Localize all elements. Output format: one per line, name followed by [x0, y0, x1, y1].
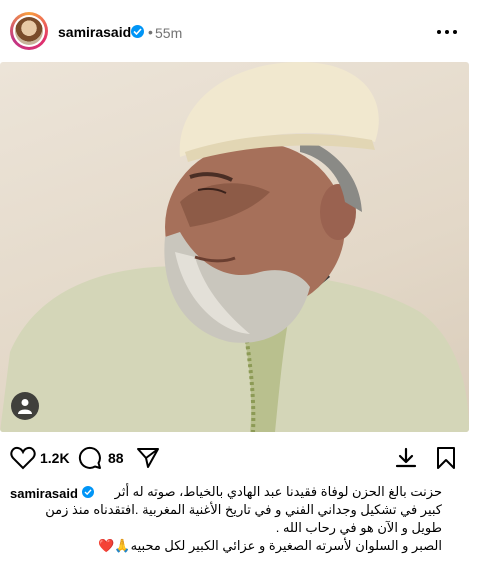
post-timestamp[interactable]: 55m: [155, 25, 182, 41]
post-header: samirasaid • 55m: [0, 0, 485, 62]
caption-line: كبير في تشكيل وجداني الفني و في تاريخ ال…: [45, 502, 442, 517]
post-username[interactable]: samirasaid: [58, 24, 131, 40]
bookmark-icon[interactable]: [436, 446, 456, 475]
separator-dot: •: [148, 24, 153, 40]
user-tag-icon[interactable]: [11, 392, 39, 420]
caption-line: الصبر و السلوان لأسرته الصغيرة و عزائي ا…: [98, 538, 442, 553]
caption-line: حزنت بالغ الحزن لوفاة فقيدنا عبد الهادي …: [114, 484, 442, 499]
comment-count[interactable]: 88: [108, 450, 124, 466]
caption-line: طويل و الآن هو في رحاب الله .: [275, 520, 442, 535]
verified-badge-icon: [131, 25, 144, 38]
like-count[interactable]: 1.2K: [40, 450, 70, 466]
heart-icon[interactable]: [10, 446, 36, 475]
action-bar: 1.2K 88: [0, 440, 485, 476]
post-photo[interactable]: [0, 62, 469, 432]
avatar-ring-inner: [13, 15, 45, 47]
comment-icon[interactable]: [78, 446, 102, 475]
avatar[interactable]: [10, 12, 48, 50]
avatar-image: [15, 17, 43, 45]
download-icon[interactable]: [394, 446, 418, 475]
more-icon[interactable]: [437, 22, 457, 42]
share-icon[interactable]: [136, 446, 160, 475]
